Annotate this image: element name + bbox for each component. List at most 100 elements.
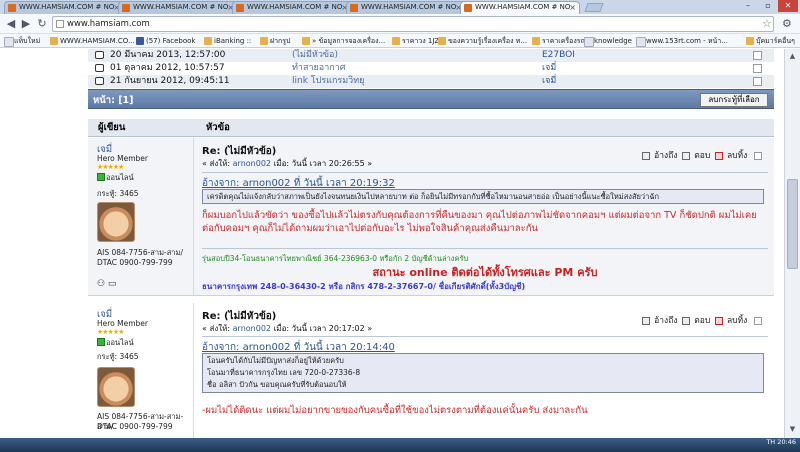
post-checkbox[interactable] [754, 151, 762, 160]
tab-title: WWW.HAMSIAM.COM # NO [247, 3, 343, 11]
message-date: 21 กันยายน 2012, 09:45:11 [110, 76, 230, 86]
bookmark-item[interactable]: » ข้อมูลการจองเครื่อง... [302, 36, 385, 46]
post-actions: อ้างถึง ตอบ ลบทิ้ง [640, 148, 762, 162]
reply-button[interactable]: ตอบ [694, 151, 710, 161]
bookmark-item[interactable]: WWW.HAMSIAM.CO... [50, 36, 135, 46]
bookmark-item[interactable]: ของความรู้เรื่องเครื่อง ท... [438, 36, 527, 46]
browser-tab[interactable]: WWW.HAMSIAM.COM # NO × [346, 1, 466, 14]
browser-tab[interactable]: WWW.HAMSIAM.COM # NO × [118, 1, 238, 14]
message-icon [95, 77, 104, 85]
message-subject-link[interactable]: ทำสายอากาศ [292, 62, 345, 75]
forward-icon[interactable]: ▶ [19, 17, 33, 31]
author-contact: DTAC 0900-799-799 [97, 258, 173, 267]
bookmark-item[interactable]: (57) Facebook [136, 36, 196, 46]
bookmark-item[interactable]: www.153rt.com - หน้า... [636, 36, 728, 47]
post-meta: « ส่งให้: arnon002 เมื่อ: วันนี้ เวลา 20… [202, 322, 372, 335]
tab-title: WWW.HAMSIAM.COM # NO [475, 3, 571, 11]
site-favicon-icon [464, 4, 472, 12]
message-from-link[interactable]: เจมี่ [542, 75, 556, 88]
site-favicon-icon [8, 4, 16, 12]
post-meta: « ส่งให้: arnon002 เมื่อ: วันนี้ เวลา 20… [202, 157, 372, 170]
site-favicon-icon [350, 4, 358, 12]
signature-line: ธนาคารกรุงเทพ 248-0-36430-2 หรือ กสิกร 4… [202, 282, 526, 291]
os-taskbar: TH 20:46 [0, 438, 800, 452]
post-checkbox[interactable] [754, 316, 762, 325]
profile-icons[interactable]: ⚇ ▭ [97, 279, 116, 289]
post-author-panel: เจมี่ Hero Member ★★★★★ ออนไลน์ กระทู้: … [88, 138, 194, 295]
message-checkbox[interactable] [753, 51, 762, 60]
page-icon [56, 20, 64, 28]
meta-time: เมื่อ: วันนี้ เวลา 20:26:55 » [271, 159, 373, 168]
quote-line: เครดิตคุณไม่แจ้งกลับว่าสภาพเป็นยังไงจนทน… [207, 192, 660, 201]
bookmark-item[interactable]: แท็บใหม่ [4, 36, 40, 47]
back-icon[interactable]: ◀ [4, 17, 18, 31]
clock[interactable]: 20:46 [777, 438, 796, 446]
bookmark-item[interactable]: ฝากรูป [260, 36, 290, 46]
recipient-link[interactable]: arnon002 [233, 159, 271, 168]
delete-icon [714, 151, 723, 160]
post: เจมี่ Hero Member ★★★★★ ออนไลน์ กระทู้: … [88, 303, 774, 438]
quote-box: เครดิตคุณไม่แจ้งกลับว่าสภาพเป็นยังไงจนทน… [202, 189, 764, 204]
browser-tab[interactable]: WWW.HAMSIAM.COM # NO × [232, 1, 352, 14]
system-tray: TH 20:46 [766, 438, 796, 446]
post-count: กระทู้: 3465 [97, 189, 139, 198]
delete-selected-button[interactable]: ลบกระทู้ที่เลือก [700, 93, 768, 107]
other-bookmarks[interactable]: บุ๊คมาร์คอื่นๆ [746, 36, 795, 46]
quote-button[interactable]: อ้างถึง [654, 151, 677, 161]
reload-icon[interactable]: ↻ [35, 17, 49, 31]
message-checkbox[interactable] [753, 77, 762, 86]
message-date: 20 มีนาคม 2013, 12:57:00 [110, 50, 226, 60]
quote-icon [642, 151, 651, 160]
quote-line: โอนมาที่ธนาคารกรุงไทย เลข 720-0-27336-8 [207, 368, 361, 377]
author-column-header: ผู้เขียน [98, 122, 126, 133]
post-body: ก็ผมบอกไปแล้วขัดว่า ของซื้อไปแล้วไม่ตรงก… [202, 210, 757, 234]
bookmark-item[interactable]: ราคาวง 1JZ [392, 36, 439, 46]
meta-time: เมื่อ: วันนี้ เวลา 20:17:02 » [271, 324, 373, 333]
new-tab-button[interactable] [584, 3, 604, 12]
rank-stars: ★★★★★ [97, 328, 124, 336]
browser-tab[interactable]: WWW.HAMSIAM.COM # NO × [4, 1, 124, 14]
message-from-link[interactable]: E27BOI [542, 49, 575, 62]
language-indicator[interactable]: TH [766, 438, 775, 446]
quote-button[interactable]: อ้างถึง [654, 316, 677, 326]
post-body: -ผมไม่ได้ติดนะ แต่ผมไม่อยากขายของกับคนซื… [202, 405, 588, 416]
browser-tab-active[interactable]: WWW.HAMSIAM.COM # NO × [460, 1, 580, 14]
bookmark-star-icon[interactable]: ☆ [762, 17, 772, 30]
recipient-link[interactable]: arnon002 [233, 324, 271, 333]
tab-title: WWW.HAMSIAM.COM # NO [133, 3, 229, 11]
close-window-icon[interactable]: ✕ [778, 0, 798, 12]
delete-button[interactable]: ลบทิ้ง [727, 316, 747, 326]
delete-button[interactable]: ลบทิ้ง [727, 151, 747, 161]
meta-label: « ส่งให้: [202, 159, 233, 168]
close-tab-icon[interactable]: × [569, 2, 576, 13]
message-from-link[interactable]: เจมี่ [542, 62, 556, 75]
maximize-icon[interactable]: ▫ [758, 0, 778, 12]
meta-label: « ส่งให้: [202, 324, 233, 333]
message-row: 01 ตุลาคม 2012, 10:57:57 ทำสายอากาศ เจมี… [88, 62, 774, 75]
message-date: 01 ตุลาคม 2012, 10:57:57 [110, 63, 225, 73]
message-checkbox[interactable] [753, 64, 762, 73]
site-favicon-icon [122, 4, 130, 12]
author-contact: DTAC 0900-799-799 [97, 422, 173, 431]
message-subject-link[interactable]: link โปรแกรมวิทยุ [292, 75, 364, 88]
topic-column-header: หัวข้อ [206, 122, 230, 133]
author-contact: AIS 084-7756-สาม-สาม/ [97, 248, 184, 257]
reply-button[interactable]: ตอบ [694, 316, 710, 326]
scroll-thumb[interactable] [787, 179, 798, 269]
scroll-down-icon[interactable]: ▼ [787, 424, 798, 435]
url-input[interactable]: www.hamsiam.com [52, 16, 774, 32]
quote-line: โอนครับได้กับไม่มีปัญหาส่งก็อยู่ให้ด้วยค… [207, 356, 344, 365]
page-scrollbar[interactable]: ▲ ▼ [784, 49, 800, 438]
address-bar-row: ◀ ▶ ↻ www.hamsiam.com ☆ ⚙ [0, 14, 800, 34]
message-row: 21 กันยายน 2012, 09:45:11 link โปรแกรมวิ… [88, 75, 774, 88]
wrench-menu-icon[interactable]: ⚙ [782, 17, 792, 30]
bookmark-item[interactable]: iBanking :: [204, 36, 251, 46]
bookmark-item[interactable]: knowledge [584, 36, 632, 47]
minimize-icon[interactable]: – [738, 0, 758, 12]
scroll-up-icon[interactable]: ▲ [787, 51, 798, 62]
post-count: กระทู้: 3465 [97, 352, 139, 361]
site-favicon-icon [236, 4, 244, 12]
signature-divider [202, 248, 768, 249]
tab-strip: WWW.HAMSIAM.COM # NO × WWW.HAMSIAM.COM #… [0, 0, 800, 14]
message-subject-link[interactable]: (ไม่มีหัวข้อ) [292, 49, 338, 62]
